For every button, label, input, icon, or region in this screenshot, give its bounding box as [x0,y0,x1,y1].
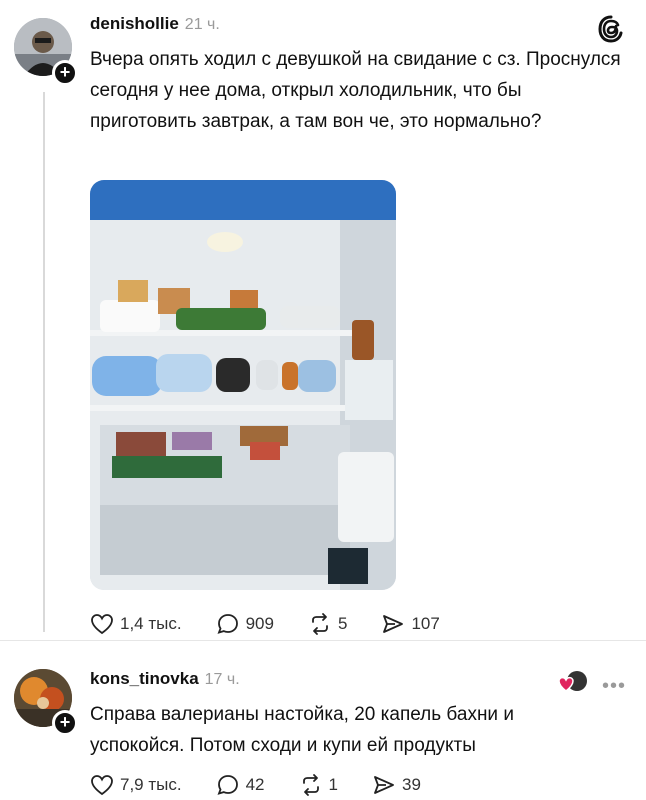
post-text: Справа валерианы настойка, 20 капель бах… [90,704,514,756]
repost-count: 5 [337,614,348,633]
fridge-photo[interactable] [90,180,396,590]
comment-button[interactable]: 42 [216,773,265,797]
threads-logo-icon[interactable] [596,14,626,44]
post-text: Вчера опять ходил с девушкой на свидание… [90,49,621,132]
send-icon [374,776,394,794]
share-count: 39 [401,775,421,794]
post-original: + denishollie 21 ч. Вчера опять ходил с д… [0,0,646,640]
like-count: 1,4 тыс. [120,614,182,633]
comment-button[interactable]: 909 [216,612,274,636]
speech-bubble-icon [217,775,238,795]
comment-count: 42 [245,775,265,794]
more-options-icon[interactable]: ••• [602,675,626,698]
post-author: denishollie 21 ч. [90,14,220,34]
post-actions: 1,4 тыс. 909 5 107 [90,612,474,636]
username-link[interactable]: denishollie [90,14,179,33]
share-button[interactable]: 39 [372,774,421,796]
author-liked-heart-icon [558,671,587,692]
post-actions: 7,9 тыс. 42 1 39 [90,773,455,797]
share-count: 107 [411,614,440,633]
follow-plus-button[interactable]: + [52,60,78,86]
share-button[interactable]: 107 [381,613,440,635]
post-time: 21 ч. [184,16,220,33]
send-icon [383,615,404,633]
post-reply: + kons_tinovka 17 ч. ••• Справа валерианы… [0,640,646,800]
post-time: 17 ч. [204,671,240,688]
post-author: kons_tinovka 17 ч. [90,669,240,689]
comment-count: 909 [245,614,274,633]
repost-count: 1 [328,775,338,794]
username-link[interactable]: kons_tinovka [90,669,199,688]
like-button[interactable]: 7,9 тыс. [90,774,182,796]
repost-button[interactable]: 5 [308,612,347,636]
thread-connector-line [43,92,45,632]
speech-bubble-icon [217,614,238,634]
like-button[interactable]: 1,4 тыс. [90,613,182,635]
like-count: 7,9 тыс. [120,775,182,794]
repost-arrows-icon [312,613,328,635]
follow-plus-button[interactable]: + [52,710,78,736]
repost-button[interactable]: 1 [299,773,338,797]
heart-icon [91,775,113,796]
repost-arrows-icon [302,774,319,796]
heart-icon [91,614,113,635]
